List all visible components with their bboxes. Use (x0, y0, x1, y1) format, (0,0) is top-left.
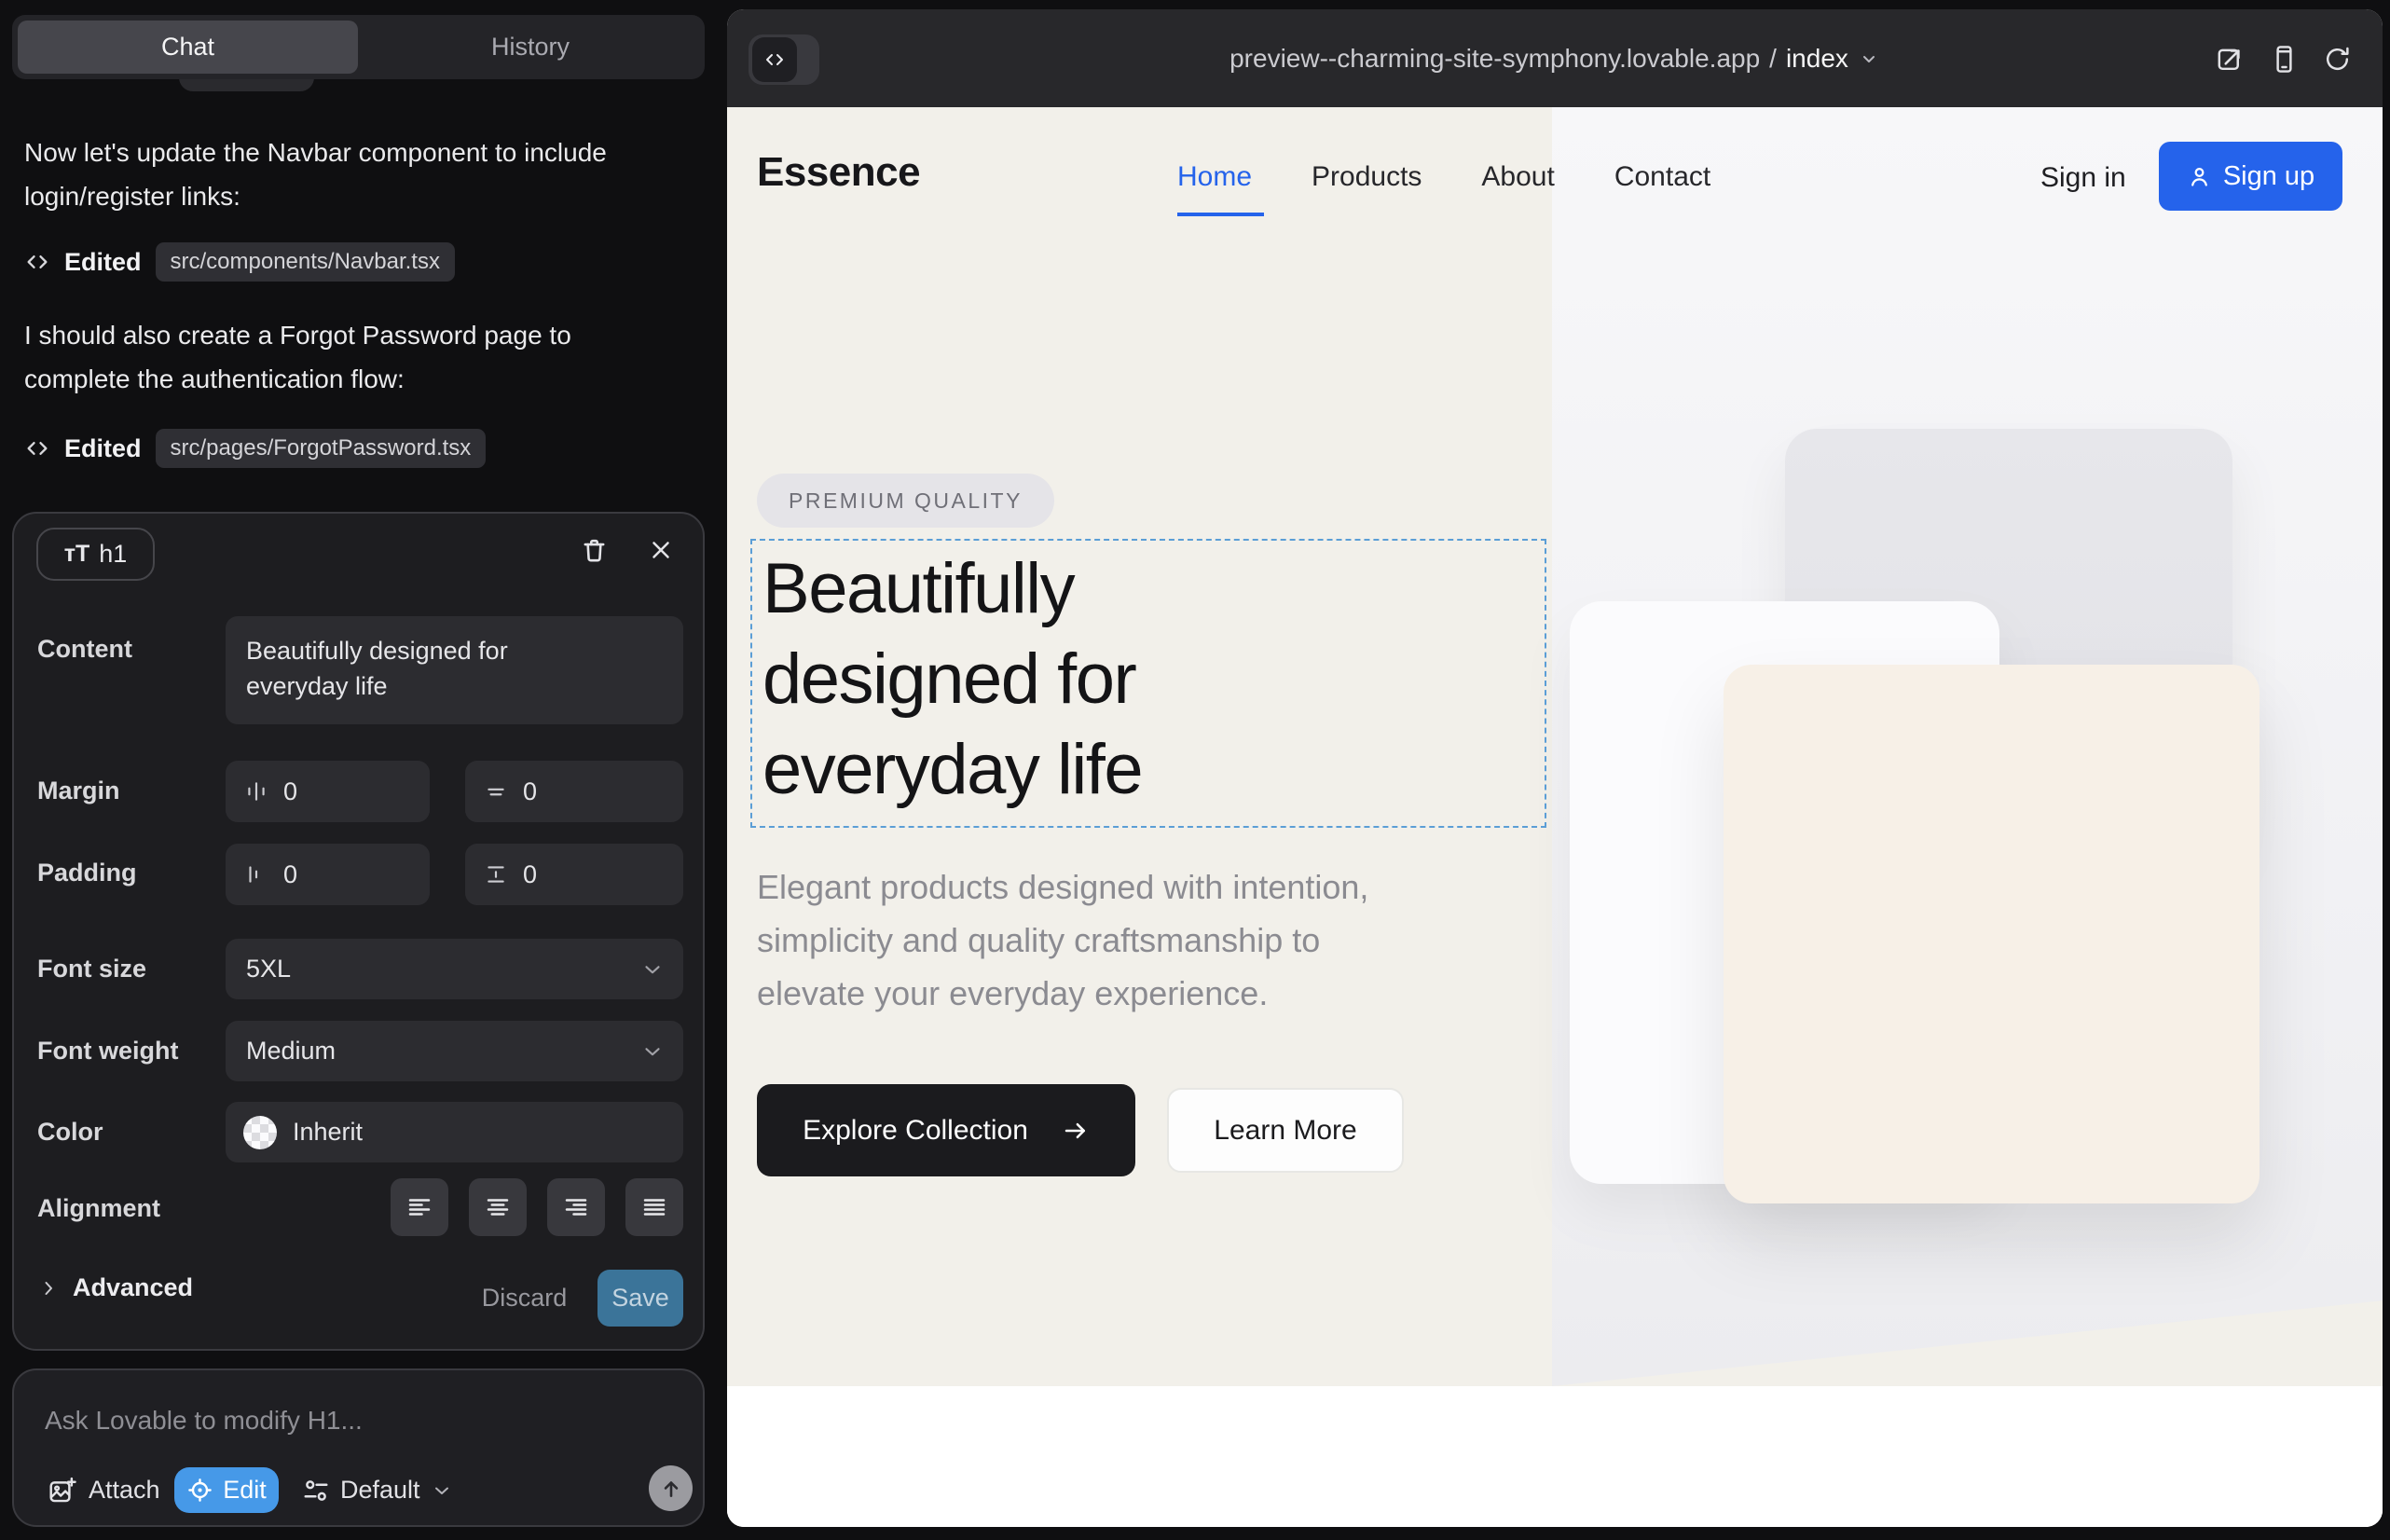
mode-selector[interactable]: Default (296, 1467, 459, 1513)
advanced-toggle[interactable]: Advanced (37, 1273, 193, 1302)
send-button[interactable] (649, 1465, 693, 1511)
prompt-box: Ask Lovable to modify H1... Attach Edit … (12, 1368, 705, 1527)
nav-link-contact[interactable]: Contact (1614, 161, 1710, 193)
font-size-label: Font size (37, 955, 146, 983)
tab-chat[interactable]: Chat (18, 21, 358, 74)
decorative-card-beige (1724, 665, 2260, 1203)
sliders-icon (302, 1477, 330, 1505)
site-logo[interactable]: Essence (757, 149, 920, 196)
font-weight-select[interactable]: Medium (226, 1021, 683, 1081)
url-page: index (1786, 44, 1848, 74)
padding-x-input[interactable]: 0 (226, 844, 430, 905)
file-chip[interactable]: src/pages/ForgotPassword.tsx (156, 429, 487, 468)
content-label: Content (37, 635, 132, 664)
edited-file-row: Edited src/pages/ForgotPassword.tsx (24, 427, 486, 470)
hero-heading[interactable]: Beautifully designed for everyday life (762, 543, 1142, 815)
code-icon (24, 249, 50, 275)
chat-message: Now let's update the Navbar component to… (24, 131, 630, 218)
explore-collection-button[interactable]: Explore Collection (757, 1084, 1135, 1176)
discard-button[interactable]: Discard (475, 1270, 573, 1327)
refresh-icon (2322, 44, 2353, 75)
url-bar[interactable]: preview--charming-site-symphony.lovable.… (727, 9, 2383, 107)
nav-link-products[interactable]: Products (1312, 161, 1422, 193)
nav-link-home[interactable]: Home (1177, 161, 1252, 193)
arrow-right-icon (1062, 1117, 1090, 1145)
color-picker[interactable]: Inherit (226, 1102, 683, 1162)
chevron-down-icon (640, 957, 665, 982)
align-left-button[interactable] (391, 1178, 448, 1236)
tab-history[interactable]: History (362, 21, 699, 74)
code-icon (24, 435, 50, 461)
margin-x-input[interactable]: 0 (226, 761, 430, 822)
chevron-right-icon (37, 1277, 60, 1299)
sign-up-button[interactable]: Sign up (2159, 142, 2342, 211)
url-separator: / (1769, 44, 1777, 74)
alignment-label: Alignment (37, 1194, 160, 1223)
save-button[interactable]: Save (598, 1270, 683, 1327)
prompt-input[interactable]: Ask Lovable to modify H1... (45, 1406, 363, 1436)
close-panel-button[interactable] (639, 529, 682, 571)
content-input[interactable]: Beautifully designed for everyday life (226, 616, 683, 724)
external-link-icon (2215, 44, 2246, 75)
edited-file-row: Edited src/components/Navbar.tsx (24, 241, 455, 283)
browser-preview-window: preview--charming-site-symphony.lovable.… (727, 9, 2383, 1527)
edited-label: Edited (64, 248, 142, 277)
padding-y-input[interactable]: 0 (465, 844, 683, 905)
app-root: ·· Chat History Now let's update the Nav… (0, 0, 2390, 1540)
margin-label: Margin (37, 777, 120, 805)
font-weight-label: Font weight (37, 1037, 178, 1066)
margin-vertical-icon (484, 779, 508, 804)
hero-description: Elegant products designed with intention… (757, 860, 1368, 1020)
chevron-down-icon (640, 1039, 665, 1064)
align-justify-button[interactable] (625, 1178, 683, 1236)
open-external-button[interactable] (2212, 41, 2247, 76)
selected-element-pill: тT h1 (36, 528, 155, 581)
mobile-view-button[interactable] (2266, 41, 2301, 76)
url-domain: preview--charming-site-symphony.lovable.… (1229, 44, 1760, 74)
site-nav: Home Products About Contact (1177, 161, 1710, 193)
align-right-button[interactable] (547, 1178, 605, 1236)
font-size-select[interactable]: 5XL (226, 939, 683, 999)
sidebar-tab-bar: Chat History (12, 15, 705, 79)
target-icon (186, 1477, 213, 1504)
refresh-button[interactable] (2319, 41, 2355, 76)
code-preview-toggle[interactable] (749, 34, 819, 85)
margin-y-input[interactable]: 0 (465, 761, 683, 822)
attach-button[interactable]: Attach (42, 1467, 166, 1513)
padding-label: Padding (37, 859, 137, 887)
smartphone-icon (2269, 44, 2300, 75)
align-center-button[interactable] (469, 1178, 527, 1236)
learn-more-button[interactable]: Learn More (1167, 1088, 1404, 1173)
color-swatch-transparent (243, 1116, 277, 1149)
nav-link-about[interactable]: About (1481, 161, 1554, 193)
margin-horizontal-icon (244, 779, 268, 804)
edited-label: Edited (64, 434, 142, 463)
site-content: Essence Home Products About Contact Sign… (727, 107, 2383, 1527)
section-below-hero (727, 1386, 2383, 1527)
edit-mode-button[interactable]: Edit (174, 1467, 279, 1513)
file-chip[interactable]: src/components/Navbar.tsx (156, 242, 455, 282)
chat-message: I should also create a Forgot Password p… (24, 313, 644, 401)
color-label: Color (37, 1118, 103, 1147)
image-plus-icon (48, 1476, 77, 1506)
element-tag: h1 (99, 540, 127, 569)
active-nav-underline (1177, 213, 1264, 216)
code-icon (752, 37, 797, 82)
chevron-down-icon (431, 1479, 453, 1502)
arrow-up-icon (659, 1477, 683, 1501)
element-editor-panel: тT h1 Content Beautifully designed for e… (12, 512, 705, 1351)
sign-in-button[interactable]: Sign in (2035, 161, 2132, 195)
person-icon (2187, 164, 2212, 189)
padding-horizontal-icon (244, 862, 268, 887)
hero-badge: PREMIUM QUALITY (757, 474, 1054, 528)
padding-vertical-icon (484, 862, 508, 887)
chevron-down-icon[interactable] (1858, 48, 1880, 70)
delete-element-button[interactable] (572, 529, 615, 571)
type-icon: тT (64, 541, 90, 568)
browser-chrome-bar: preview--charming-site-symphony.lovable.… (727, 9, 2383, 107)
